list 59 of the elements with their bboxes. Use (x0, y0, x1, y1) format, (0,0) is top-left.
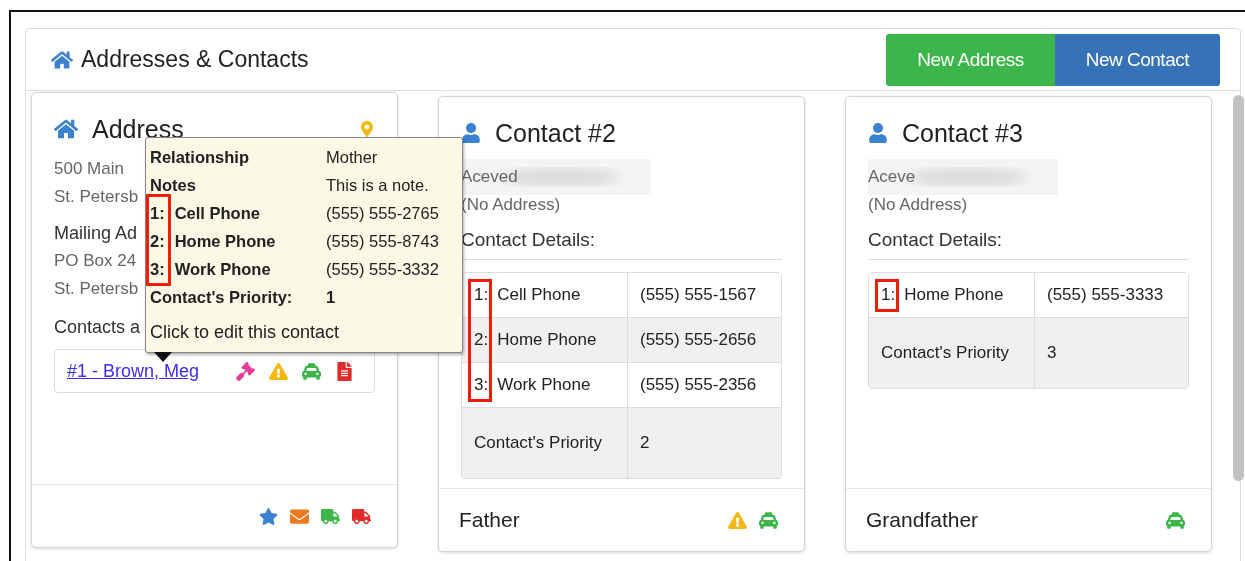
details-heading: Contact Details: (461, 219, 782, 260)
table-cell: Contact's Priority (869, 318, 1035, 388)
contact-link[interactable]: #1 - Brown, Meg (67, 360, 222, 382)
table-cell-text: 2 (639, 432, 651, 454)
table-cell-text: (555) 555-3333 (1046, 284, 1165, 306)
tooltip-label: Contact's Priority: (150, 287, 294, 307)
tooltip-label: 2: Home Phone (150, 231, 277, 251)
card-title: Contact #2 (495, 118, 616, 148)
truck-icon (352, 506, 371, 526)
tooltip-label: Notes (150, 175, 197, 195)
table-cell: Contact's Priority (462, 408, 628, 478)
taxi-icon (302, 361, 321, 381)
table-cell-text: (555) 555-1567 (639, 284, 758, 306)
table-cell-text: (555) 555-2656 (639, 329, 758, 351)
tooltip-value: 1 (326, 287, 337, 307)
new-button[interactable]: New Contact (1054, 33, 1220, 86)
details-heading: Contact Details: (868, 219, 1189, 260)
new-button[interactable]: New Address (886, 33, 1055, 86)
user-icon (868, 123, 888, 143)
document-icon (335, 361, 354, 381)
address-line: 500 Main (54, 158, 124, 180)
card-title: Contact #3 (902, 118, 1023, 148)
map-pin-icon (359, 121, 375, 137)
panel-title: Addresses & Contacts (81, 46, 309, 73)
relationship-label: Grandfather (866, 508, 980, 532)
relationship-label: Father (459, 508, 521, 532)
address-line: St. Petersb (54, 278, 139, 300)
contacts-label: Contacts a (54, 316, 141, 339)
warning-icon (269, 361, 288, 381)
tooltip-label: Relationship (150, 147, 250, 167)
table-cell-text: (555) 555-2356 (639, 374, 758, 396)
tooltip-label: 1: Cell Phone (150, 203, 261, 223)
gavel-icon (236, 361, 255, 381)
card-title: Address (92, 114, 184, 144)
contact-name: Aceved (461, 166, 518, 188)
taxi-icon (759, 510, 778, 530)
home-icon (54, 117, 78, 141)
warning-icon (728, 510, 747, 530)
tooltip-value: (555) 555-8743 (326, 231, 440, 251)
tooltip-label: 3: Work Phone (150, 259, 272, 279)
tooltip-value: (555) 555-2765 (326, 203, 440, 223)
mail-icon (290, 506, 309, 526)
scrollbar-thumb[interactable] (1233, 95, 1244, 481)
truck-icon (321, 506, 340, 526)
contact-name: Aceve (868, 166, 916, 188)
address-line: St. Petersb (54, 186, 139, 208)
tooltip-arrow-icon (154, 352, 172, 362)
address-line: PO Box 24 (54, 250, 137, 272)
user-icon (461, 123, 481, 143)
tooltip-value: (555) 555-3332 (326, 259, 440, 279)
table-cell-text: 3 (1046, 342, 1058, 364)
tooltip-value: This is a note. (326, 175, 430, 195)
contact-address: (No Address) (868, 194, 968, 216)
star-icon (259, 506, 278, 526)
taxi-icon (1166, 510, 1185, 530)
tooltip-hint: Click to edit this contact (150, 322, 341, 343)
home-icon (51, 48, 73, 71)
mailing-label: Mailing Ad (54, 222, 138, 245)
tooltip-value: Mother (326, 147, 379, 167)
